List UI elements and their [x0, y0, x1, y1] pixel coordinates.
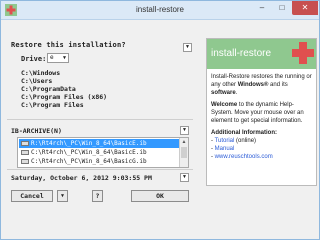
- archive-path: C:\Rt4rch\_PC\Win_8_64\BasicG.ib: [31, 158, 147, 165]
- datetime-display: Saturday, October 6, 2012 9:03:55 PM: [11, 174, 152, 182]
- cancel-dropdown-button[interactable]: ▼: [57, 190, 68, 202]
- drive-select[interactable]: e ▼: [47, 53, 69, 63]
- link-item: - Tutorial (online): [211, 138, 257, 144]
- archives-expand-button[interactable]: ▼: [180, 126, 189, 135]
- drive-label: Drive:: [21, 55, 47, 63]
- chevron-down-icon: ▼: [62, 55, 66, 61]
- path-item: C:\Program Files (x86): [21, 93, 108, 101]
- cancel-button[interactable]: Cancel: [11, 190, 53, 202]
- restore-question: Restore this installation?: [11, 41, 126, 49]
- link-item: - Manual: [211, 146, 235, 152]
- manual-link[interactable]: Manual: [215, 146, 235, 152]
- divider: [7, 169, 193, 170]
- archive-list[interactable]: R:\Rt4rch\_PC\Win_8_64\BasicE.ib C:\Rt4r…: [17, 137, 189, 168]
- path-item: C:\Users: [21, 77, 53, 85]
- scroll-thumb[interactable]: [181, 147, 187, 158]
- path-list: C:\Windows C:\Users C:\ProgramData C:\Pr…: [21, 69, 107, 109]
- archive-item[interactable]: R:\Rt4rch\_PC\Win_8_64\BasicE.ib: [19, 139, 179, 148]
- disk-icon: [21, 150, 29, 155]
- scrollbar[interactable]: ▲: [179, 138, 188, 167]
- archive-path: C:\Rt4rch\_PC\Win_8_64\BasicE.ib: [31, 149, 147, 156]
- additional-info-heading: Additional Information:: [211, 130, 277, 136]
- app-window: install-restore – □ ✕ Restore this insta…: [0, 0, 320, 240]
- brand-name: install-restore: [211, 48, 272, 59]
- archives-label: IB-ARCHIVE(N): [11, 127, 62, 135]
- link-item: - www.reuschtools.com: [211, 154, 273, 160]
- path-item: C:\Program Files: [21, 101, 84, 109]
- path-item: C:\ProgramData: [21, 85, 76, 93]
- intro-paragraph: Install-Restore restores the running or …: [211, 74, 312, 96]
- website-link[interactable]: www.reuschtools.com: [215, 154, 273, 160]
- restore-expand-button[interactable]: ▼: [183, 43, 192, 52]
- path-item: C:\Windows: [21, 69, 61, 77]
- tutorial-link[interactable]: Tutorial: [215, 138, 235, 144]
- archive-item[interactable]: C:\Rt4rch\_PC\Win_8_64\BasicG.ib: [19, 157, 179, 166]
- disk-icon: [21, 141, 29, 146]
- archive-path: R:\Rt4rch\_PC\Win_8_64\BasicE.ib: [31, 140, 147, 147]
- divider: [7, 119, 193, 120]
- close-button[interactable]: ✕: [292, 1, 318, 15]
- welcome-paragraph: Welcome to the dynamic Help-System. Move…: [211, 102, 304, 124]
- minimize-button[interactable]: –: [252, 1, 272, 15]
- red-cross-icon: [292, 42, 314, 64]
- archive-item[interactable]: C:\Rt4rch\_PC\Win_8_64\BasicE.ib: [19, 148, 179, 157]
- drive-value: e: [50, 54, 54, 61]
- help-text: Install-Restore restores the running or …: [211, 73, 315, 161]
- disk-icon: [21, 159, 29, 164]
- ok-button[interactable]: OK: [131, 190, 189, 202]
- maximize-button[interactable]: □: [272, 1, 292, 15]
- brand-banner: install-restore: [207, 39, 316, 69]
- scroll-up-icon[interactable]: ▲: [180, 138, 188, 146]
- help-button[interactable]: ?: [92, 190, 103, 202]
- restore-panel: Restore this installation? Drive: e ▼ C:…: [5, 39, 192, 130]
- datetime-expand-button[interactable]: ▼: [180, 173, 189, 182]
- help-panel: install-restore Install-Restore restores…: [206, 38, 317, 186]
- title-bar[interactable]: install-restore – □ ✕: [1, 1, 319, 20]
